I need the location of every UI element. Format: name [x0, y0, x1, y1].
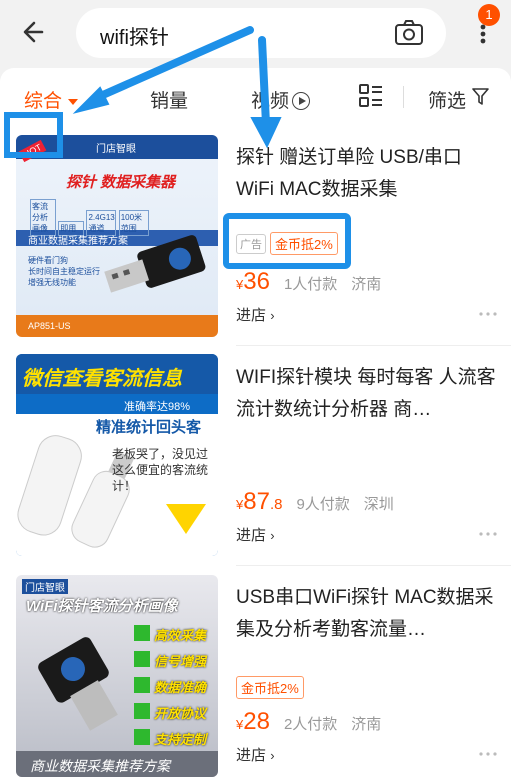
thumb-model: AP851-US — [28, 321, 71, 331]
enter-shop-link[interactable]: 进店 › — [236, 744, 275, 765]
thumb-feature: 高效采集 — [154, 628, 207, 643]
price: 28 — [243, 708, 270, 735]
top-bar: wifi探针 1 — [0, 0, 511, 68]
product-card[interactable]: 微信查看客流信息 准确率达98% 精准统计回头客 老板哭了，没见过这么便宜的客流… — [0, 346, 511, 566]
sort-video-label: 视频 — [251, 91, 290, 112]
search-query[interactable]: wifi探针 — [100, 21, 169, 50]
thumb-cells: 客流分析画像 即用 2.4G13通道 100米范围 — [30, 199, 150, 236]
thumb-subtitle: 商业数据采集推荐方案 — [28, 236, 128, 247]
price-line: ¥28 2人付款 济南 — [236, 708, 381, 738]
sort-comprehensive-label: 综合 — [24, 91, 63, 112]
product-image[interactable]: HOT 门店智眼 探针 数据采集器 客流分析画像 即用 2.4G13通道 100… — [16, 135, 218, 337]
thumb-line: 硬件看门狗 — [28, 256, 68, 265]
thumb-line: 长时间自主稳定运行 — [28, 267, 100, 276]
thumb-features: 高效采集 信号增强 数据准确 开放协议 支持定制 — [154, 623, 206, 753]
location: 深圳 — [363, 496, 394, 513]
thumb-brand: 门店智眼 — [22, 579, 68, 594]
sort-video[interactable]: 视频 — [251, 86, 311, 113]
coin-discount-tag: 金币抵2% — [236, 676, 304, 699]
thumb-brand: 门店智眼 — [96, 144, 136, 155]
paid-count: 2人付款 — [283, 716, 338, 733]
product-card[interactable]: HOT 门店智眼 探针 数据采集器 客流分析画像 即用 2.4G13通道 100… — [0, 126, 511, 346]
thumb-cell: 客流分析画像 — [30, 199, 56, 236]
chevron-right-icon: › — [270, 308, 275, 323]
paid-count: 1人付款 — [283, 276, 338, 293]
price: 36 — [243, 268, 270, 295]
price: 87 — [243, 488, 270, 515]
thumb-accuracy: 准确率达98% — [124, 401, 191, 413]
caret-down-icon — [68, 98, 79, 105]
product-tags: 广告 金币抵2% — [236, 232, 338, 255]
play-icon — [292, 92, 311, 110]
more-dots-icon[interactable] — [478, 311, 498, 317]
filter-button[interactable]: 筛选 — [428, 86, 466, 113]
enter-shop-label: 进店 — [236, 747, 267, 764]
price-line: ¥87.8 9人付款 深圳 — [236, 488, 394, 518]
grid-list-toggle-icon[interactable] — [358, 83, 384, 109]
notification-badge: 1 — [478, 4, 500, 26]
filter-funnel-icon[interactable] — [472, 88, 489, 106]
price-line: ¥36 1人付款 济南 — [236, 268, 381, 298]
paid-count: 9人付款 — [296, 496, 350, 513]
thumb-feature: 支持定制 — [154, 732, 207, 747]
product-image[interactable]: 微信查看客流信息 准确率达98% 精准统计回头客 老板哭了，没见过这么便宜的客流… — [16, 354, 218, 556]
thumb-footer: 商业数据采集推荐方案 — [30, 758, 170, 774]
thumb-feature: 数据准确 — [154, 680, 207, 695]
more-dots-icon[interactable] — [478, 531, 498, 537]
thumb-line: 增强无线功能 — [28, 278, 76, 287]
location: 济南 — [351, 276, 382, 293]
thumb-lines: 硬件看门狗 长时间自主稳定运行 增强无线功能 — [28, 255, 100, 288]
coin-discount-tag: 金币抵2% — [270, 232, 338, 255]
sort-sales[interactable]: 销量 — [150, 86, 188, 113]
sort-comprehensive[interactable]: 综合 — [24, 86, 79, 113]
product-image[interactable]: 门店智眼 WiFi探针客流分析画像 高效采集 信号增强 数据准确 开放协议 支持… — [16, 575, 218, 777]
chevron-right-icon: › — [270, 528, 275, 543]
enter-shop-link[interactable]: 进店 › — [236, 304, 275, 325]
chevron-right-icon: › — [270, 748, 275, 763]
location: 济南 — [351, 716, 382, 733]
thumb-feature: 信号增强 — [154, 654, 207, 669]
product-card[interactable]: 门店智眼 WiFi探针客流分析画像 高效采集 信号增强 数据准确 开放协议 支持… — [0, 566, 511, 784]
thumb-bubble: 老板哭了，没见过这么便宜的客流统计！ — [112, 447, 209, 493]
price-decimal: .8 — [269, 496, 283, 513]
thumb-feature: 开放协议 — [154, 706, 207, 721]
filter-label: 筛选 — [428, 91, 467, 112]
enter-shop-label: 进店 — [236, 527, 267, 544]
sortbar-divider — [403, 86, 404, 108]
enter-shop-link[interactable]: 进店 › — [236, 524, 275, 545]
product-title[interactable]: 探针 赠送订单险 USB/串口WiFi MAC数据采集 — [236, 142, 498, 206]
product-title[interactable]: WIFI探针模块 每时每客 人流客流计数统计分析器 商… — [236, 362, 498, 426]
enter-shop-label: 进店 — [236, 307, 267, 324]
more-dots-icon[interactable] — [478, 751, 498, 757]
product-tags: 金币抵2% — [236, 676, 304, 699]
thumb-headline: WiFi探针客流分析画像 — [26, 598, 178, 615]
back-arrow-icon[interactable] — [20, 16, 52, 48]
thumb-headline: 精准统计回头客 — [96, 419, 202, 436]
product-title[interactable]: USB串口WiFi探针 MAC数据采集及分析考勤客流量… — [236, 582, 498, 646]
camera-icon[interactable] — [394, 19, 424, 47]
thumb-banner: 微信查看客流信息 — [22, 368, 182, 390]
search-box[interactable]: wifi探针 — [76, 8, 446, 58]
thumb-headline: 探针 数据采集器 — [66, 174, 176, 191]
ad-tag: 广告 — [236, 233, 266, 254]
sort-sales-label: 销量 — [150, 91, 189, 112]
